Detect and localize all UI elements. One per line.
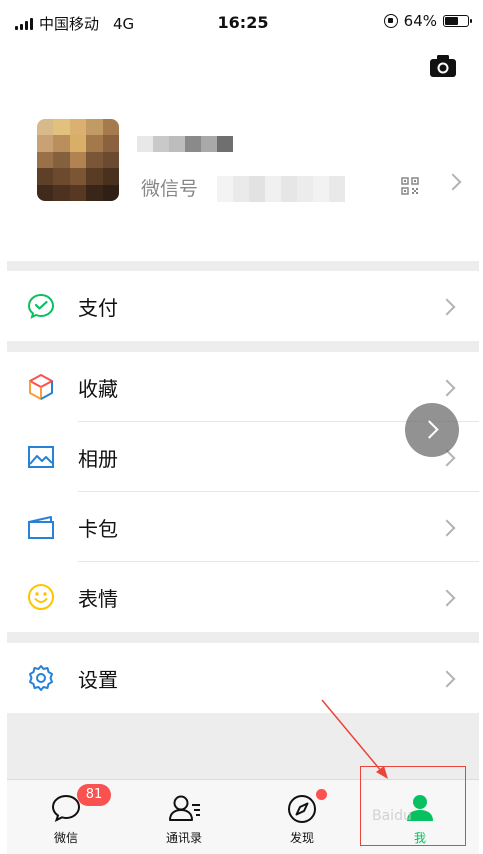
card-wallet-icon: [28, 516, 54, 539]
menu-group-main: 收藏 相册 卡包 表情: [7, 352, 479, 632]
album-icon: [28, 446, 54, 468]
menu-label-stickers: 表情: [78, 586, 118, 611]
chevron-right-icon: [438, 519, 456, 537]
menu-item-cards[interactable]: 卡包: [7, 492, 479, 562]
wechat-id-value: [217, 176, 345, 202]
tab-chats[interactable]: 81 微信: [7, 780, 125, 854]
unread-badge: 81: [77, 784, 111, 806]
settings-icon: [29, 665, 53, 691]
tab-me[interactable]: 我: [361, 780, 479, 854]
me-icon: [407, 795, 433, 821]
avatar[interactable]: [37, 119, 119, 201]
battery-percent: 64%: [403, 12, 437, 30]
menu-item-stickers[interactable]: 表情: [7, 562, 479, 632]
nickname: [137, 136, 233, 152]
tab-label-discover: 发现: [289, 831, 314, 845]
chevron-right-icon: [444, 173, 462, 191]
menu-group-pay: 支付: [7, 271, 479, 341]
tab-label-chats: 微信: [53, 831, 78, 845]
tab-contacts[interactable]: 通讯录: [125, 780, 243, 854]
battery-icon: [443, 15, 472, 27]
menu-label-pay: 支付: [78, 295, 118, 320]
discover-icon: [288, 795, 316, 823]
floating-assistive-button[interactable]: [405, 403, 459, 457]
chevron-right-icon: [438, 670, 456, 688]
tab-label-me: 我: [413, 831, 426, 845]
chevron-right-icon: [438, 589, 456, 607]
chevron-right-icon: [438, 298, 456, 316]
wechat-me-screen: 中国移动 4G 16:25 64% 微信号 支付 收藏 相册 卡包 表情 设置 …: [7, 0, 479, 854]
menu-label-settings: 设置: [78, 667, 118, 692]
menu-label-cards: 卡包: [78, 516, 118, 541]
wechat-id-label: 微信号: [141, 178, 199, 200]
menu-item-settings[interactable]: 设置: [7, 643, 479, 713]
menu-group-settings: 设置: [7, 643, 479, 713]
chevron-right-icon: [420, 420, 439, 439]
rotation-lock-icon: [383, 14, 398, 28]
sticker-icon: [28, 584, 54, 610]
menu-label-album: 相册: [78, 446, 118, 471]
menu-label-favorites: 收藏: [78, 376, 118, 401]
payment-icon: [27, 293, 55, 319]
contacts-icon: [169, 795, 200, 821]
status-bar: 中国移动 4G 16:25 64%: [7, 0, 479, 44]
profile-header[interactable]: 微信号: [7, 44, 479, 261]
camera-icon[interactable]: [429, 54, 457, 78]
menu-item-favorites[interactable]: 收藏: [7, 352, 479, 422]
chevron-right-icon: [438, 379, 456, 397]
notification-dot: [316, 789, 327, 800]
qr-code-icon[interactable]: [401, 177, 419, 195]
tab-label-contacts: 通讯录: [165, 831, 202, 845]
tab-bar: 81 微信 通讯录 发现 我: [7, 779, 479, 854]
menu-item-pay[interactable]: 支付: [7, 271, 479, 341]
tab-discover[interactable]: 发现: [243, 780, 361, 854]
favorites-icon: [29, 374, 53, 400]
